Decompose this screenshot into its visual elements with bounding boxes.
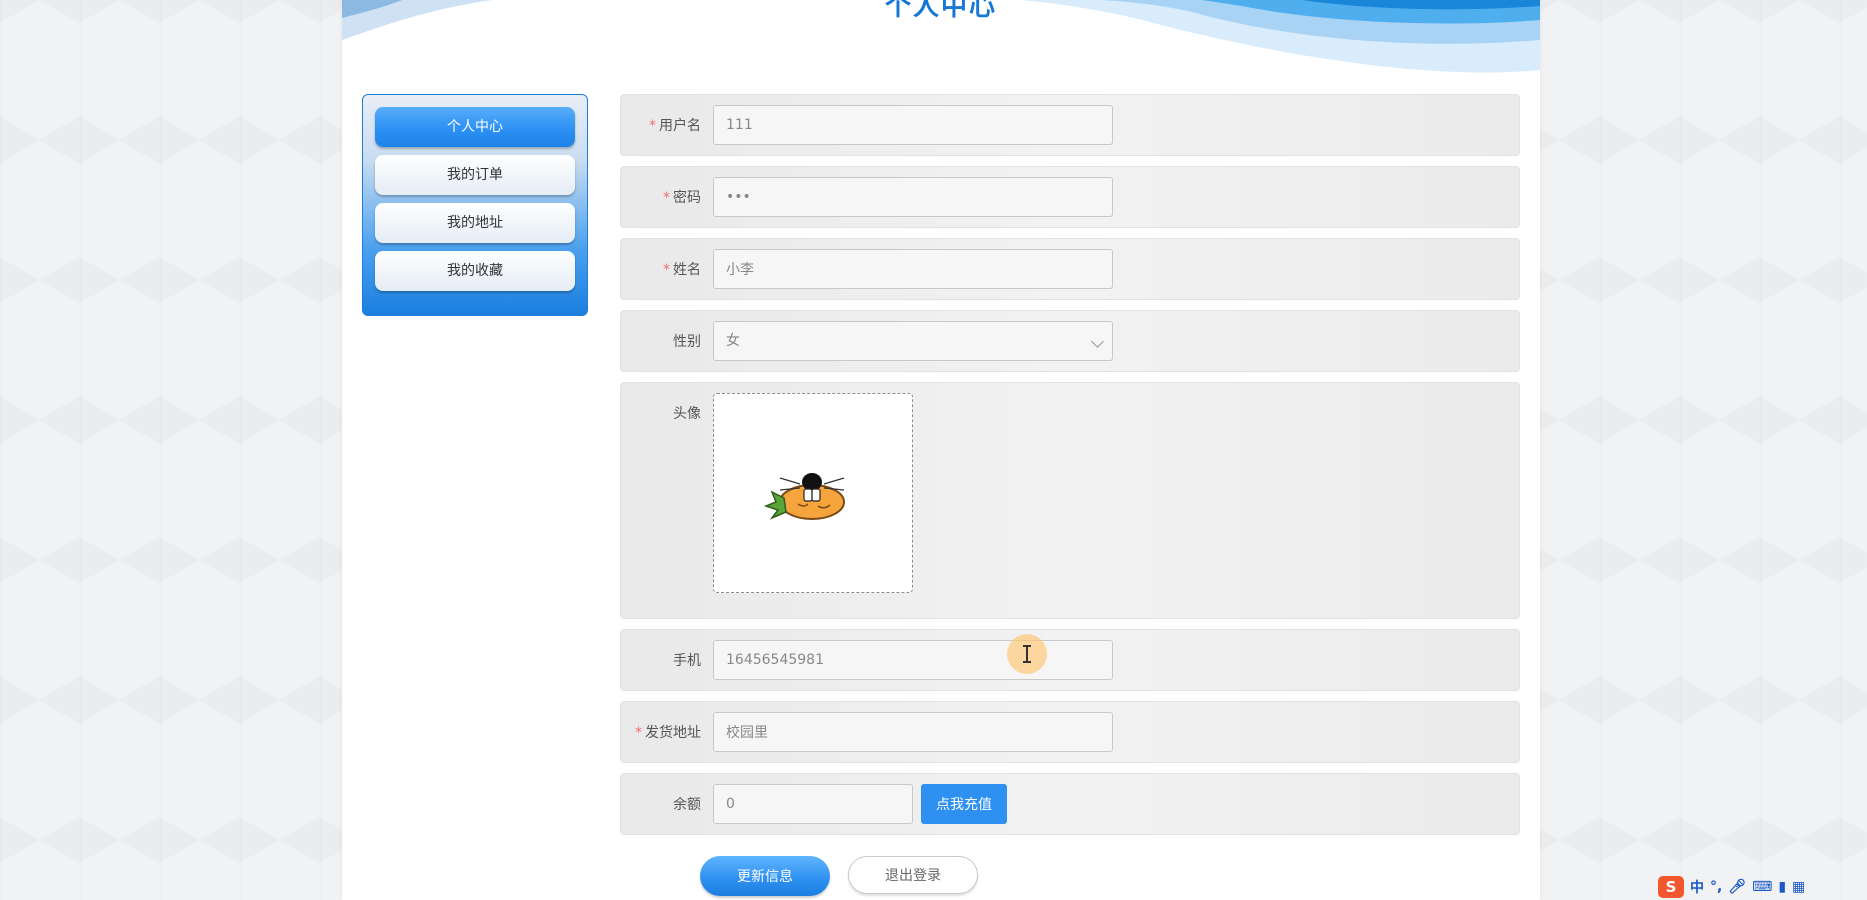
- sidebar-item-addresses[interactable]: 我的地址: [375, 203, 575, 243]
- gender-label: 性别: [673, 334, 701, 350]
- ime-punctuation-toggle[interactable]: °,: [1710, 879, 1722, 895]
- form-row-username: * 用户名: [620, 94, 1520, 156]
- chevron-down-icon: [1091, 335, 1104, 348]
- page-container: 个人中心 个人中心 我的订单 我的地址 我的收藏 *用户名 *密码 ••• *姓…: [342, 0, 1540, 900]
- text-cursor-icon: [1023, 645, 1031, 663]
- header-banner: 个人中心: [342, 0, 1540, 80]
- required-mark: *: [663, 190, 670, 206]
- toolbox-icon[interactable]: ▦: [1792, 879, 1805, 895]
- address-input[interactable]: [713, 712, 1113, 752]
- required-mark: *: [649, 118, 656, 134]
- form-row-name: * 姓名: [620, 238, 1520, 300]
- microphone-icon[interactable]: 🎤︎: [1728, 879, 1746, 895]
- password-label: * 密码: [663, 190, 701, 206]
- name-label: * 姓名: [663, 262, 701, 278]
- sidebar-item-profile[interactable]: 个人中心: [375, 107, 575, 147]
- mouse-cursor-indicator: [1007, 634, 1047, 674]
- form-actions: 更新信息 退出登录: [620, 856, 1220, 896]
- page-title: 个人中心: [884, 0, 997, 22]
- address-label: * 发货地址: [635, 725, 701, 741]
- ime-toolbar: S 中 °, 🎤︎ ⌨ ▮ ▦: [1658, 874, 1867, 900]
- sogou-logo-icon[interactable]: S: [1658, 876, 1684, 898]
- profile-form: *用户名 *密码 ••• *姓名 性别 女 头像: [620, 94, 1520, 845]
- update-info-button[interactable]: 更新信息: [700, 856, 830, 896]
- required-mark: *: [635, 725, 642, 741]
- avatar-image: [763, 473, 845, 520]
- balance-label: 余额: [673, 797, 701, 813]
- required-mark: *: [663, 262, 670, 278]
- avatar-uploader[interactable]: [713, 393, 913, 593]
- skin-icon[interactable]: ▮: [1778, 879, 1786, 895]
- form-row-phone: 手机: [620, 629, 1520, 691]
- avatar-label: 头像: [673, 406, 701, 422]
- phone-input[interactable]: [713, 640, 1113, 680]
- logout-button[interactable]: 退出登录: [848, 856, 978, 894]
- name-input[interactable]: [713, 249, 1113, 289]
- form-row-gender: 性别 女: [620, 310, 1520, 372]
- sidebar-item-orders[interactable]: 我的订单: [375, 155, 575, 195]
- ime-mode-toggle[interactable]: 中: [1690, 877, 1704, 897]
- form-row-address: * 发货地址: [620, 701, 1520, 763]
- recharge-button[interactable]: 点我充值: [921, 784, 1007, 824]
- username-input[interactable]: [713, 105, 1113, 145]
- password-input[interactable]: •••: [713, 177, 1113, 217]
- gender-select[interactable]: 女: [713, 321, 1113, 361]
- form-row-balance: 余额 点我充值: [620, 773, 1520, 835]
- form-row-password: * 密码 •••: [620, 166, 1520, 228]
- phone-label: 手机: [673, 653, 701, 669]
- keyboard-icon[interactable]: ⌨: [1752, 879, 1772, 895]
- sidebar-menu: 个人中心 我的订单 我的地址 我的收藏: [362, 94, 588, 316]
- balance-input[interactable]: [713, 784, 913, 824]
- gender-selected-value: 女: [726, 333, 740, 349]
- sidebar-item-favorites[interactable]: 我的收藏: [375, 251, 575, 291]
- form-row-avatar: 头像: [620, 382, 1520, 619]
- username-label: * 用户名: [649, 118, 701, 134]
